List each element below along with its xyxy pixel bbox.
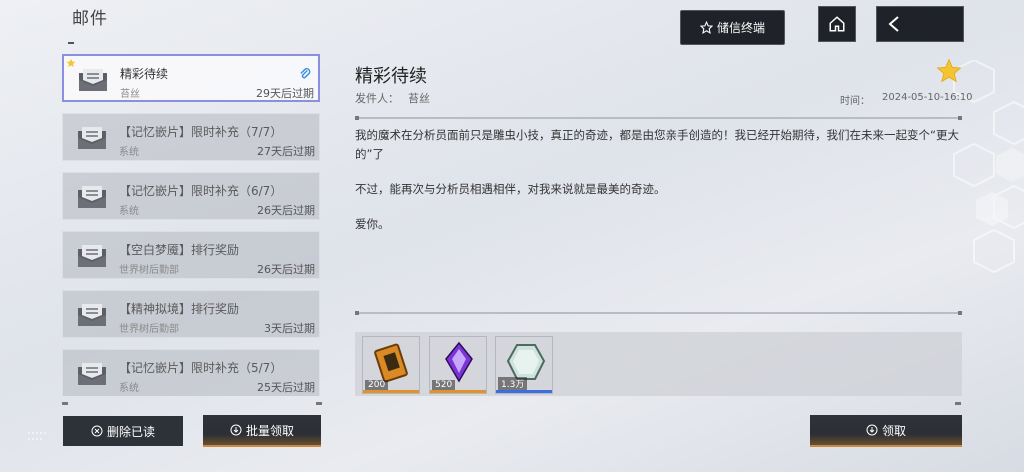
mail-expiry: 29天后过期 [256, 87, 314, 100]
reward-quantity: 520 [432, 380, 456, 390]
storage-terminal-label: 储信终端 [716, 21, 765, 35]
dots-decoration [28, 432, 46, 440]
mail-list: 精彩待续 苔丝 29天后过期 【记忆嵌片】限时补充（7/7） 系统 27天后过期 【记忆嵌片… [60, 54, 324, 396]
delete-read-button[interactable]: 删除已读 [63, 416, 183, 446]
reward-item[interactable]: 520 [429, 336, 487, 394]
mail-list-item[interactable]: 【记忆嵌片】限时补充（5/7） 系统 25天后过期 [62, 349, 320, 396]
mail-expiry: 25天后过期 [257, 381, 315, 394]
mail-sender: 系统 [119, 383, 139, 394]
time-label: 时间： [840, 96, 870, 107]
paperclip-icon [300, 68, 311, 79]
mail-expiry: 3天后过期 [264, 322, 315, 335]
body-paragraph: 不过，能再次与分析员相遇相伴，对我来说就是最美的奇迹。 [355, 182, 666, 196]
mail-sender: 系统 [119, 147, 139, 158]
envelope-icon [77, 303, 107, 327]
mail-detail-title: 精彩待续 [355, 66, 427, 87]
attachment-scroll-indicator [955, 402, 961, 405]
mail-sender: 世界树后勤部 [119, 324, 179, 335]
body-paragraph: 爱你。 [355, 217, 390, 231]
favorite-star-icon[interactable] [936, 58, 962, 84]
attachment-divider [355, 311, 962, 315]
mail-expiry: 27天后过期 [257, 145, 315, 158]
batch-claim-button[interactable]: 批量领取 [203, 415, 321, 447]
home-icon [829, 16, 845, 32]
envelope-icon [77, 362, 107, 386]
mail-list-item[interactable]: 精彩待续苔丝 29天后过期 [62, 54, 320, 102]
rarity-bar [430, 390, 486, 393]
mail-sender: 世界树后勤部 [119, 265, 179, 276]
close-circle-icon [91, 425, 103, 437]
storage-terminal-button[interactable]: 储信终端 [680, 10, 785, 45]
rarity-bar [363, 390, 419, 393]
mail-list-item[interactable]: 【精神拟境】排行奖励 世界树后勤部 3天后过期 [62, 290, 320, 338]
star-outline-icon [699, 21, 713, 34]
time-value: 2024-05-10-16:10 [882, 92, 973, 103]
header-divider [355, 116, 962, 120]
envelope-icon [77, 185, 107, 209]
mail-expiry: 26天后过期 [257, 204, 315, 217]
back-button[interactable] [876, 6, 964, 42]
star-icon [66, 58, 76, 68]
batch-claim-label: 批量领取 [245, 423, 294, 438]
envelope-icon [77, 244, 107, 268]
sender-name: 苔丝 [408, 92, 430, 105]
mail-list-item[interactable]: 【记忆嵌片】限时补充（7/7） 系统 27天后过期 [62, 113, 320, 161]
purple-crystal-icon [445, 341, 473, 383]
reward-quantity: 200 [365, 380, 389, 390]
claim-button[interactable]: 领取 [810, 415, 962, 447]
mail-sender: 苔丝 [120, 89, 140, 100]
mail-title: 【记忆嵌片】限时补充（5/7） [119, 361, 283, 375]
reward-item[interactable]: 1.3万 [495, 336, 553, 394]
envelope-icon [78, 68, 108, 92]
delete-read-label: 删除已读 [106, 424, 155, 439]
list-scroll-indicator [62, 402, 322, 405]
mail-title: 精彩待续 [120, 67, 169, 81]
download-circle-icon [866, 424, 878, 436]
envelope-icon [77, 126, 107, 150]
page-title: 邮件 [72, 9, 108, 29]
mail-title: 【记忆嵌片】限时补充（6/7） [119, 184, 283, 198]
sender-label: 发件人： [355, 92, 399, 105]
mail-sender: 系统 [119, 206, 139, 217]
mail-title: 【记忆嵌片】限时补充（7/7） [119, 125, 283, 139]
ticket-card-icon [374, 343, 408, 383]
download-circle-icon [230, 424, 242, 436]
chevron-left-icon [888, 16, 899, 32]
mail-body: 我的魔术在分析员面前只是雕虫小技，真正的奇迹，都是由您亲手创造的！我已经开始期待… [355, 126, 965, 250]
title-divider [68, 42, 74, 44]
home-button[interactable] [818, 6, 856, 42]
mail-expiry: 26天后过期 [257, 263, 315, 276]
body-paragraph: 我的魔术在分析员面前只是雕虫小技，真正的奇迹，都是由您亲手创造的！我已经开始期待… [355, 128, 959, 161]
mail-list-item[interactable]: 【空白梦魇】排行奖励 世界树后勤部 26天后过期 [62, 231, 320, 279]
rarity-bar [496, 390, 552, 393]
reward-quantity: 1.3万 [498, 377, 528, 390]
mail-title: 【空白梦魇】排行奖励 [119, 243, 240, 257]
reward-item[interactable]: 200 [362, 336, 420, 394]
mail-title: 【精神拟境】排行奖励 [119, 302, 240, 316]
mail-list-item[interactable]: 【记忆嵌片】限时补充（6/7） 系统 26天后过期 [62, 172, 320, 220]
claim-label: 领取 [881, 423, 906, 438]
